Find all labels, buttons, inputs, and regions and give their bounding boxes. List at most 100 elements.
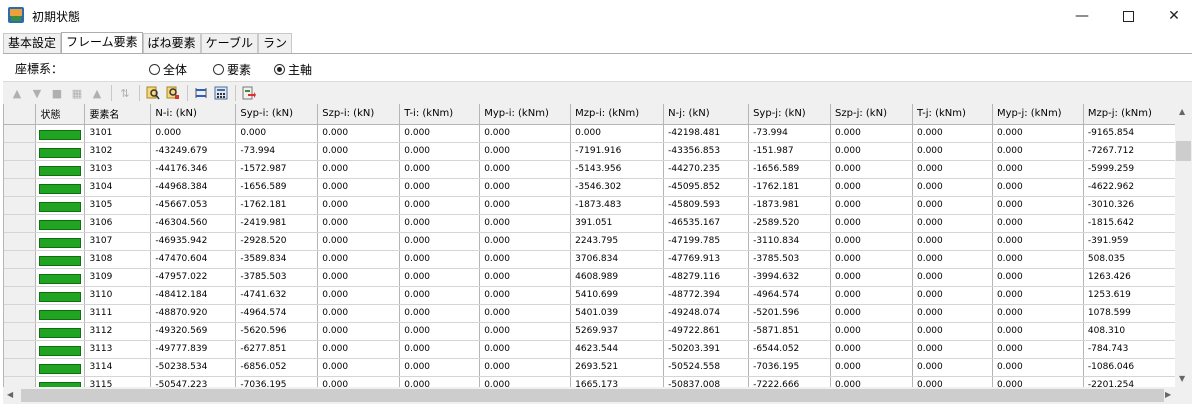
- delete-row-icon[interactable]: ▦: [69, 85, 85, 101]
- element-name-cell[interactable]: 3109: [84, 268, 152, 287]
- value-cell[interactable]: -48772.394: [663, 286, 750, 305]
- value-cell[interactable]: -3110.834: [748, 232, 832, 251]
- value-cell[interactable]: -42198.481: [663, 124, 750, 143]
- value-cell[interactable]: 0.000: [830, 196, 913, 215]
- value-cell[interactable]: -73.994: [748, 124, 832, 143]
- value-cell[interactable]: 0.000: [399, 196, 481, 215]
- value-cell[interactable]: -73.994: [235, 142, 319, 161]
- tab-0[interactable]: 基本設定: [3, 33, 62, 53]
- value-cell[interactable]: -50547.223: [150, 376, 237, 387]
- value-cell[interactable]: 0.000: [317, 322, 401, 341]
- value-cell[interactable]: 0.000: [479, 358, 572, 377]
- value-cell[interactable]: 0.000: [992, 214, 1084, 233]
- value-cell[interactable]: -48870.920: [150, 304, 237, 323]
- value-cell[interactable]: -2201.254: [1083, 376, 1176, 387]
- value-cell[interactable]: 0.000: [479, 340, 572, 359]
- value-cell[interactable]: 0.000: [830, 160, 913, 179]
- value-cell[interactable]: 4608.989: [570, 268, 665, 287]
- value-cell[interactable]: -49777.839: [150, 340, 237, 359]
- value-cell[interactable]: 0.000: [992, 322, 1084, 341]
- radio-principal-dot[interactable]: [274, 64, 285, 75]
- value-cell[interactable]: -44176.346: [150, 160, 237, 179]
- table-row[interactable]: 3114 -50238.534 -6856.052 0.000 0.000 0.000 26…: [4, 358, 1176, 377]
- element-name-cell[interactable]: 3115: [84, 376, 152, 387]
- value-cell[interactable]: 0.000: [912, 232, 993, 251]
- value-cell[interactable]: -1873.483: [570, 196, 665, 215]
- row-header[interactable]: [4, 358, 37, 377]
- value-cell[interactable]: -50837.008: [663, 376, 750, 387]
- table-row[interactable]: 3108 -47470.604 -3589.834 0.000 0.000 0.000 37…: [4, 250, 1176, 269]
- value-cell[interactable]: 0.000: [150, 124, 237, 143]
- value-cell[interactable]: 0.000: [399, 250, 481, 269]
- tab-2[interactable]: ばね要素: [142, 33, 201, 53]
- value-cell[interactable]: 0.000: [912, 304, 993, 323]
- table-row[interactable]: 3102 -43249.679 -73.994 0.000 0.000 0.000 -719…: [4, 142, 1176, 161]
- value-cell[interactable]: -1762.181: [235, 196, 319, 215]
- value-cell[interactable]: 0.000: [912, 322, 993, 341]
- export-icon[interactable]: [241, 85, 257, 101]
- value-cell[interactable]: 0.000: [317, 124, 401, 143]
- value-cell[interactable]: 0.000: [399, 232, 481, 251]
- table-row[interactable]: 3101 0.000 0.000 0.000 0.000 0.000 0.000 -42198…: [4, 124, 1176, 143]
- table-row[interactable]: 3113 -49777.839 -6277.851 0.000 0.000 0.000 46…: [4, 340, 1176, 359]
- value-cell[interactable]: 0.000: [992, 304, 1084, 323]
- horizontal-scroll-thumb[interactable]: [21, 389, 1164, 402]
- element-name-cell[interactable]: 3104: [84, 178, 152, 197]
- value-cell[interactable]: 0.000: [912, 250, 993, 269]
- value-cell[interactable]: 0.000: [992, 358, 1084, 377]
- move-up-icon[interactable]: ▲: [9, 85, 25, 101]
- value-cell[interactable]: 1263.426: [1083, 268, 1176, 287]
- value-cell[interactable]: 0.000: [317, 178, 401, 197]
- value-cell[interactable]: 0.000: [317, 142, 401, 161]
- value-cell[interactable]: -47199.785: [663, 232, 750, 251]
- tab-3[interactable]: ケーブル: [200, 33, 258, 53]
- value-cell[interactable]: 0.000: [912, 286, 993, 305]
- value-cell[interactable]: -1873.981: [748, 196, 832, 215]
- element-name-cell[interactable]: 3113: [84, 340, 152, 359]
- row-header[interactable]: [4, 196, 37, 215]
- element-name-cell[interactable]: 3107: [84, 232, 152, 251]
- value-cell[interactable]: -43356.853: [663, 142, 750, 161]
- value-cell[interactable]: -1572.987: [235, 160, 319, 179]
- maximize-button[interactable]: [1105, 0, 1151, 32]
- value-cell[interactable]: -4741.632: [235, 286, 319, 305]
- row-header[interactable]: [4, 232, 37, 251]
- value-cell[interactable]: 0.000: [830, 304, 913, 323]
- value-cell[interactable]: -6856.052: [235, 358, 319, 377]
- value-cell[interactable]: 0.000: [317, 232, 401, 251]
- column-header[interactable]: Myp-i: (kNm): [479, 104, 572, 125]
- value-cell[interactable]: -7036.195: [748, 358, 832, 377]
- table-row[interactable]: 3109 -47957.022 -3785.503 0.000 0.000 0.000 46…: [4, 268, 1176, 287]
- value-cell[interactable]: -151.987: [748, 142, 832, 161]
- element-name-cell[interactable]: 3102: [84, 142, 152, 161]
- value-cell[interactable]: -1656.589: [235, 178, 319, 197]
- table-row[interactable]: 3107 -46935.942 -2928.520 0.000 0.000 0.000 22…: [4, 232, 1176, 251]
- minimize-button[interactable]: —: [1059, 0, 1105, 32]
- value-cell[interactable]: 0.000: [992, 160, 1084, 179]
- radio-global-dot[interactable]: [149, 64, 160, 75]
- value-cell[interactable]: 0.000: [479, 196, 572, 215]
- column-header[interactable]: 状態: [35, 104, 86, 125]
- value-cell[interactable]: -7191.916: [570, 142, 665, 161]
- column-header[interactable]: T-j: (kNm): [912, 104, 993, 125]
- row-header[interactable]: [4, 250, 37, 269]
- scroll-up-icon[interactable]: ▲: [1179, 107, 1185, 116]
- value-cell[interactable]: 0.000: [830, 268, 913, 287]
- value-cell[interactable]: 0.000: [830, 232, 913, 251]
- element-name-cell[interactable]: 3106: [84, 214, 152, 233]
- value-cell[interactable]: 5269.937: [570, 322, 665, 341]
- value-cell[interactable]: 0.000: [317, 214, 401, 233]
- value-cell[interactable]: -50524.558: [663, 358, 750, 377]
- close-button[interactable]: ✕: [1151, 0, 1197, 32]
- radio-element[interactable]: 要素: [213, 61, 251, 78]
- column-header[interactable]: T-i: (kNm): [399, 104, 481, 125]
- search-icon[interactable]: [145, 85, 161, 101]
- value-cell[interactable]: 0.000: [479, 376, 572, 387]
- value-cell[interactable]: 0.000: [399, 214, 481, 233]
- value-cell[interactable]: 5410.699: [570, 286, 665, 305]
- value-cell[interactable]: -48279.116: [663, 268, 750, 287]
- row-header[interactable]: [4, 142, 37, 161]
- value-cell[interactable]: -1815.642: [1083, 214, 1176, 233]
- value-cell[interactable]: 0.000: [830, 250, 913, 269]
- value-cell[interactable]: 0.000: [479, 142, 572, 161]
